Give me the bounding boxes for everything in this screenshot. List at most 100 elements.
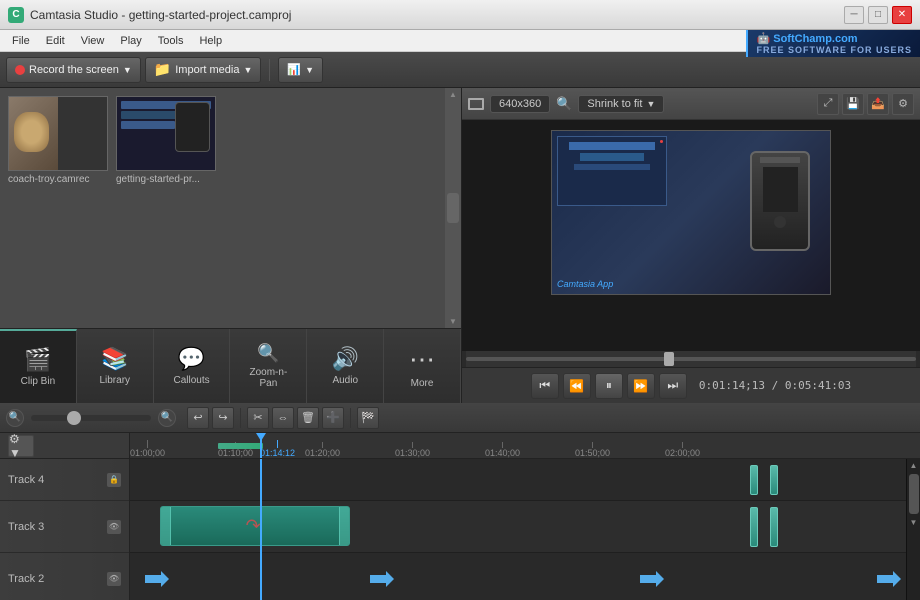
timecode-ruler: 01:00;00 01:10;00 01:14:12 01:20;00 <box>130 433 920 458</box>
timeline-search-right[interactable]: 🔍 <box>158 409 176 427</box>
scrubber-track <box>466 357 916 361</box>
playhead-line <box>260 433 262 458</box>
track-3-clip-3[interactable] <box>770 507 778 547</box>
tab-clip-bin-label: Clip Bin <box>21 376 55 387</box>
tab-audio[interactable]: 🔊 Audio <box>307 329 384 403</box>
track-4-lock-button[interactable]: 🔒 <box>107 473 121 487</box>
scroll-thumb[interactable] <box>447 193 459 223</box>
clip-label: coach-troy.camrec <box>8 174 108 185</box>
ruler-mark: 01:30;00 <box>395 442 430 458</box>
menu-edit[interactable]: Edit <box>38 33 73 49</box>
ruler-mark: 01:40;00 <box>485 442 520 458</box>
top-section: coach-troy.camrec getting-start <box>0 88 920 403</box>
rewind-button[interactable]: ⏪ <box>563 373 591 399</box>
preview-phone <box>750 151 810 251</box>
scroll-up-icon[interactable]: ▲ <box>449 90 457 99</box>
undo-button[interactable]: ↩ <box>187 407 209 429</box>
preview-scrubber[interactable] <box>466 351 916 367</box>
preview-screenshot <box>557 136 667 206</box>
menu-tools[interactable]: Tools <box>150 33 192 49</box>
menu-view[interactable]: View <box>73 33 113 49</box>
track-3-clip-2[interactable] <box>750 507 758 547</box>
preview-icon-1[interactable]: ⤢ <box>817 93 839 115</box>
clip-label: getting-started-pr... <box>116 174 216 185</box>
track-2-mute-button[interactable]: 👁 <box>107 572 121 586</box>
ruler-label: 01:50;00 <box>575 448 610 458</box>
preview-image: Camtasia App <box>551 130 831 295</box>
vscroll-thumb[interactable] <box>909 474 919 514</box>
tab-library[interactable]: 📚 Library <box>77 329 154 403</box>
clip-end-handle[interactable] <box>339 507 349 545</box>
clip-scrollbar[interactable]: ▲ ▼ <box>445 88 461 328</box>
preview-size-button[interactable]: 640x360 <box>490 95 550 113</box>
close-button[interactable]: ✕ <box>892 6 912 24</box>
timeline-search[interactable]: 🔍 <box>6 409 24 427</box>
track-3-clip[interactable]: ↷ <box>160 506 350 546</box>
clip-screen-bg <box>117 97 215 170</box>
track-vscroll[interactable]: ▲ ▼ <box>906 459 920 600</box>
marker-button[interactable]: 🏁 <box>357 407 379 429</box>
preview-canvas: Camtasia App <box>462 120 920 351</box>
delete-button[interactable]: 🗑 <box>297 407 319 429</box>
menu-help[interactable]: Help <box>191 33 230 49</box>
tab-more[interactable]: ⋯ More <box>384 329 461 403</box>
import-label: Import media <box>175 64 239 76</box>
tab-zoom-pan[interactable]: 🔍 Zoom-n-Pan <box>230 329 307 403</box>
import-button[interactable]: 📁 Import media ▼ <box>145 57 262 83</box>
track-2-marker-1[interactable] <box>145 571 169 587</box>
shrink-to-fit-button[interactable]: Shrink to fit ▼ <box>578 95 664 113</box>
ruler-label: 01:10;00 <box>218 448 253 458</box>
preview-icon-2[interactable]: 💾 <box>842 93 864 115</box>
vscroll-down[interactable]: ▼ <box>907 516 920 529</box>
menu-play[interactable]: Play <box>112 33 149 49</box>
record-button[interactable]: Record the screen ▼ <box>6 57 141 83</box>
settings-gear-button[interactable]: ⚙ ▼ <box>8 435 34 457</box>
clip-start-handle[interactable] <box>161 507 171 545</box>
vscroll-up[interactable]: ▲ <box>907 459 920 472</box>
screen-bar <box>121 121 175 129</box>
clip-item[interactable]: coach-troy.camrec <box>8 96 108 185</box>
tab-zoom-pan-label: Zoom-n-Pan <box>250 367 288 389</box>
track-4-clip-2[interactable] <box>770 465 778 495</box>
preview-toolbar: 640x360 🔍 Shrink to fit ▼ ⤢ 💾 📤 ⚙ <box>462 88 920 120</box>
record-dot <box>15 65 25 75</box>
maximize-button[interactable]: □ <box>868 6 888 24</box>
preview-icon-4[interactable]: ⚙ <box>892 93 914 115</box>
track-2-row <box>130 553 906 600</box>
scrubber-thumb[interactable] <box>664 352 674 366</box>
rewind-start-button[interactable]: ⏮ <box>531 373 559 399</box>
zoom-pan-icon: 🔍 <box>257 343 279 364</box>
split-button[interactable]: ⇔ <box>272 407 294 429</box>
scroll-down-icon[interactable]: ▼ <box>449 317 457 326</box>
zoom-thumb[interactable] <box>67 411 81 425</box>
tab-clip-bin[interactable]: 🎬 Clip Bin <box>0 329 77 403</box>
track-2-marker-4[interactable] <box>877 571 901 587</box>
pause-button[interactable]: ⏸ <box>595 373 623 399</box>
track-3-mute-button[interactable]: 👁 <box>107 520 121 534</box>
clip-item[interactable]: getting-started-pr... <box>116 96 216 185</box>
preview-icon-3[interactable]: 📤 <box>867 93 889 115</box>
ruler-label: 01:20;00 <box>305 448 340 458</box>
zoom-slider[interactable] <box>31 415 151 421</box>
tab-callouts[interactable]: 💬 Callouts <box>154 329 231 403</box>
softchamp-badge: 🤖 SoftChamp.com FREE SOFTWARE FOR USERS <box>746 30 920 57</box>
track-4-clip-1[interactable] <box>750 465 758 495</box>
forward-button[interactable]: ⏩ <box>627 373 655 399</box>
tracks-timeline[interactable]: ↷ <box>130 459 906 600</box>
ruler-label: 01:00;00 <box>130 448 165 458</box>
menu-file[interactable]: File <box>4 33 38 49</box>
timeline-content: ⚙ ▼ 01:00;00 01:10;00 01:14:12 <box>0 433 920 600</box>
cut-button[interactable]: ✂ <box>247 407 269 429</box>
ruler-line <box>277 440 278 448</box>
redo-button[interactable]: ↪ <box>212 407 234 429</box>
forward-end-button[interactable]: ⏭ <box>659 373 687 399</box>
screen-phone <box>175 102 210 152</box>
track-2-marker-2[interactable] <box>370 571 394 587</box>
minimize-button[interactable]: ─ <box>844 6 864 24</box>
add-button[interactable]: ➕ <box>322 407 344 429</box>
track-2-controls: 👁 <box>107 572 121 586</box>
title-controls: ─ □ ✕ <box>844 6 912 24</box>
extra-button[interactable]: 📊 ▼ <box>278 57 323 83</box>
track-2-marker-3[interactable] <box>640 571 664 587</box>
monitor-icon <box>468 98 484 110</box>
